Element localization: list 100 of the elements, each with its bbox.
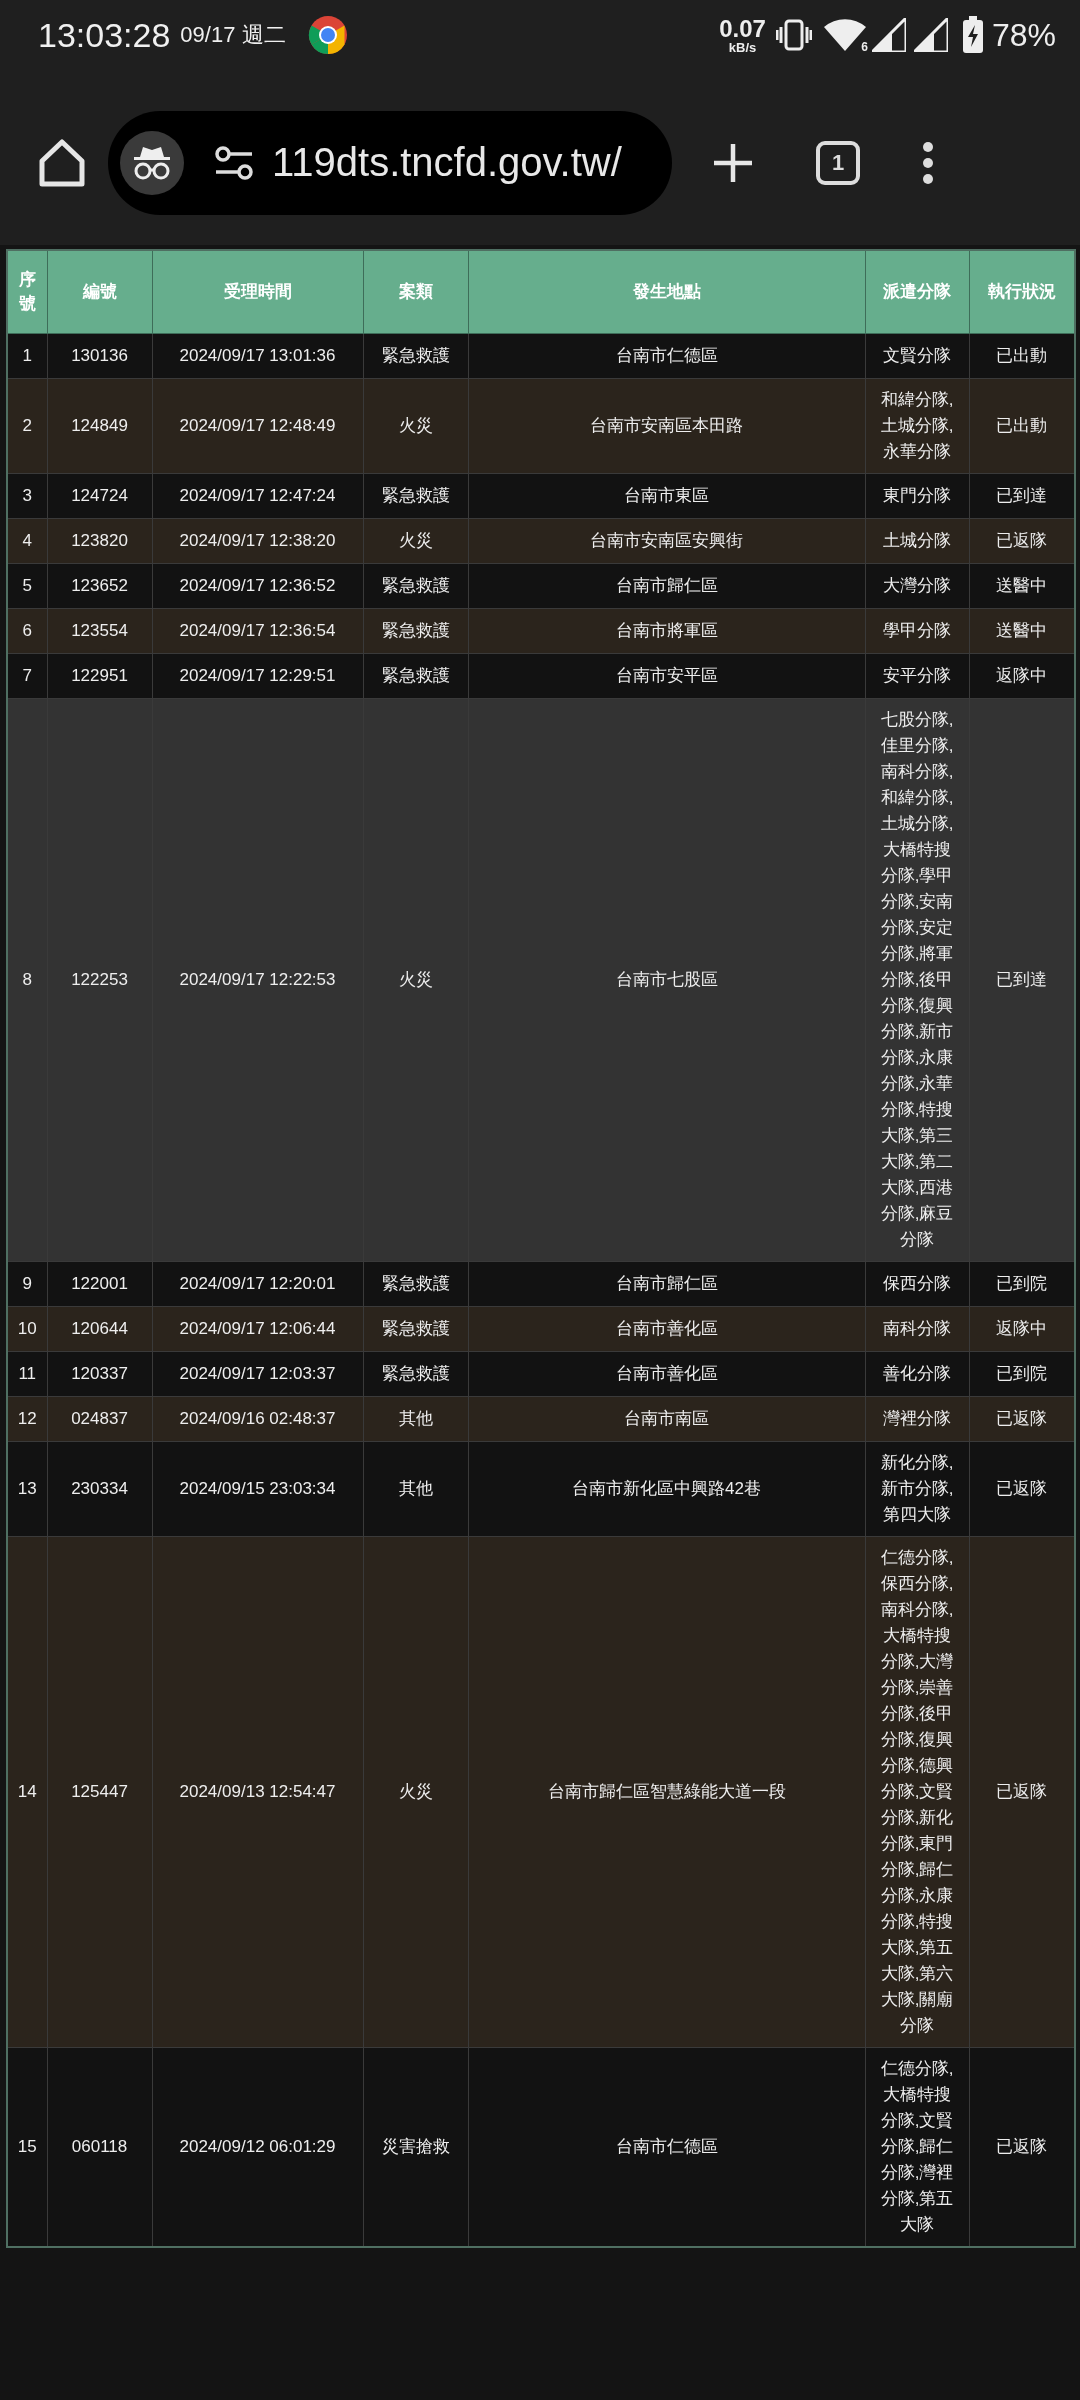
status-cell: 已返隊 [969, 518, 1075, 564]
case-type-cell: 緊急救護 [363, 608, 468, 654]
location-cell: 台南市安平區 [468, 653, 865, 699]
case-type-cell: 火災 [363, 518, 468, 564]
status-cell: 送醫中 [969, 608, 1075, 654]
received-time-cell: 2024/09/17 12:38:20 [152, 518, 363, 564]
dispatched-units-cell: 新化分隊,新市分隊,第四大隊 [865, 1441, 969, 1537]
case-type-cell: 緊急救護 [363, 653, 468, 699]
column-header: 發生地點 [468, 250, 865, 334]
chrome-icon [307, 15, 348, 55]
dispatched-units-cell: 文賢分隊 [865, 333, 969, 379]
dispatched-units-cell: 保西分隊 [865, 1261, 969, 1307]
column-header: 派遣分隊 [865, 250, 969, 334]
case-number-cell: 123554 [47, 608, 152, 654]
battery-charging-icon [961, 16, 984, 54]
case-number-cell: 024837 [47, 1396, 152, 1442]
column-header: 序號 [7, 250, 47, 334]
status-cell: 已到達 [969, 473, 1075, 519]
date-text: 09/17 週二 [180, 21, 286, 49]
status-cell: 送醫中 [969, 563, 1075, 609]
location-cell: 台南市歸仁區 [468, 1261, 865, 1307]
case-type-cell: 緊急救護 [363, 333, 468, 379]
location-cell: 台南市歸仁區智慧綠能大道一段 [468, 1536, 865, 2048]
case-type-cell: 緊急救護 [363, 563, 468, 609]
case-number-cell: 122253 [47, 698, 152, 1262]
received-time-cell: 2024/09/17 12:47:24 [152, 473, 363, 519]
vibrate-icon [775, 19, 812, 51]
dispatched-units-cell: 善化分隊 [865, 1351, 969, 1397]
received-time-cell: 2024/09/17 12:36:52 [152, 563, 363, 609]
case-type-cell: 其他 [363, 1441, 468, 1537]
location-cell: 台南市安南區安興街 [468, 518, 865, 564]
location-cell: 台南市仁德區 [468, 2047, 865, 2247]
case-number-cell: 125447 [47, 1536, 152, 2048]
row-number-cell: 14 [7, 1536, 47, 2048]
dispatched-units-cell: 和緯分隊,土城分隊,永華分隊 [865, 378, 969, 474]
row-number-cell: 15 [7, 2047, 47, 2247]
row-number-cell: 7 [7, 653, 47, 699]
wifi-generation-label: 6 [861, 40, 868, 54]
received-time-cell: 2024/09/15 23:03:34 [152, 1441, 363, 1537]
case-type-cell: 其他 [363, 1396, 468, 1442]
case-number-cell: 130136 [47, 333, 152, 379]
location-cell: 台南市南區 [468, 1396, 865, 1442]
case-type-cell: 火災 [363, 698, 468, 1262]
case-number-cell: 123652 [47, 563, 152, 609]
column-header: 執行狀況 [969, 250, 1075, 334]
status-cell: 返隊中 [969, 1306, 1075, 1352]
row-number-cell: 13 [7, 1441, 47, 1537]
status-cell: 已返隊 [969, 1396, 1075, 1442]
wifi-icon [823, 18, 866, 52]
case-type-cell: 緊急救護 [363, 473, 468, 519]
case-number-cell: 124849 [47, 378, 152, 474]
dispatched-units-cell: 仁德分隊,保西分隊,南科分隊,大橋特搜分隊,大灣分隊,崇善分隊,後甲分隊,復興分隊,德興分隊,文賢分隊,新化分隊,東門分隊,歸仁分隊,永康分隊,特搜大隊,第五大隊,第六大隊,關廟分隊 [865, 1536, 969, 2048]
location-cell: 台南市安南區本田路 [468, 378, 865, 474]
received-time-cell: 2024/09/13 12:54:47 [152, 1536, 363, 2048]
network-speed: 0.07 [719, 16, 766, 41]
row-number-cell: 4 [7, 518, 47, 564]
case-type-cell: 緊急救護 [363, 1261, 468, 1307]
dispatched-units-cell: 安平分隊 [865, 653, 969, 699]
row-number-cell: 10 [7, 1306, 47, 1352]
dispatched-units-cell: 灣裡分隊 [865, 1396, 969, 1442]
address-bar[interactable]: 119dts.tncfd.gov.tw/ [108, 110, 672, 215]
location-cell: 台南市仁德區 [468, 333, 865, 379]
status-cell: 已到院 [969, 1261, 1075, 1307]
status-cell: 已到院 [969, 1351, 1075, 1397]
case-number-cell: 120337 [47, 1351, 152, 1397]
location-cell: 台南市將軍區 [468, 608, 865, 654]
tab-switcher[interactable]: 1 [816, 140, 860, 185]
received-time-cell: 2024/09/17 12:06:44 [152, 1306, 363, 1352]
site-settings-icon[interactable] [214, 144, 254, 181]
location-cell: 台南市新化區中興路42巷 [468, 1441, 865, 1537]
received-time-cell: 2024/09/17 12:36:54 [152, 608, 363, 654]
case-number-cell: 230334 [47, 1441, 152, 1537]
dispatched-units-cell: 東門分隊 [865, 473, 969, 519]
received-time-cell: 2024/09/17 12:48:49 [152, 378, 363, 474]
row-number-cell: 6 [7, 608, 47, 654]
dispatched-units-cell: 大灣分隊 [865, 563, 969, 609]
case-number-cell: 120644 [47, 1306, 152, 1352]
case-number-cell: 124724 [47, 473, 152, 519]
row-number-cell: 11 [7, 1351, 47, 1397]
location-cell: 台南市善化區 [468, 1351, 865, 1397]
status-cell: 已返隊 [969, 2047, 1075, 2247]
case-type-cell: 災害搶救 [363, 2047, 468, 2247]
new-tab-icon[interactable] [712, 141, 754, 184]
case-number-cell: 123820 [47, 518, 152, 564]
clock-time: 13:03:28 [38, 15, 171, 55]
status-cell: 已返隊 [969, 1536, 1075, 2048]
case-type-cell: 緊急救護 [363, 1306, 468, 1352]
url-text[interactable]: 119dts.tncfd.gov.tw/ [272, 140, 622, 185]
case-number-cell: 122001 [47, 1261, 152, 1307]
received-time-cell: 2024/09/17 12:29:51 [152, 653, 363, 699]
more-menu-icon[interactable] [922, 140, 934, 185]
signal-icon [913, 18, 948, 52]
row-number-cell: 8 [7, 698, 47, 1262]
row-number-cell: 1 [7, 333, 47, 379]
location-cell: 台南市歸仁區 [468, 563, 865, 609]
row-number-cell: 12 [7, 1396, 47, 1442]
column-header: 受理時間 [152, 250, 363, 334]
row-number-cell: 3 [7, 473, 47, 519]
column-header: 案類 [363, 250, 468, 334]
location-cell: 台南市善化區 [468, 1306, 865, 1352]
